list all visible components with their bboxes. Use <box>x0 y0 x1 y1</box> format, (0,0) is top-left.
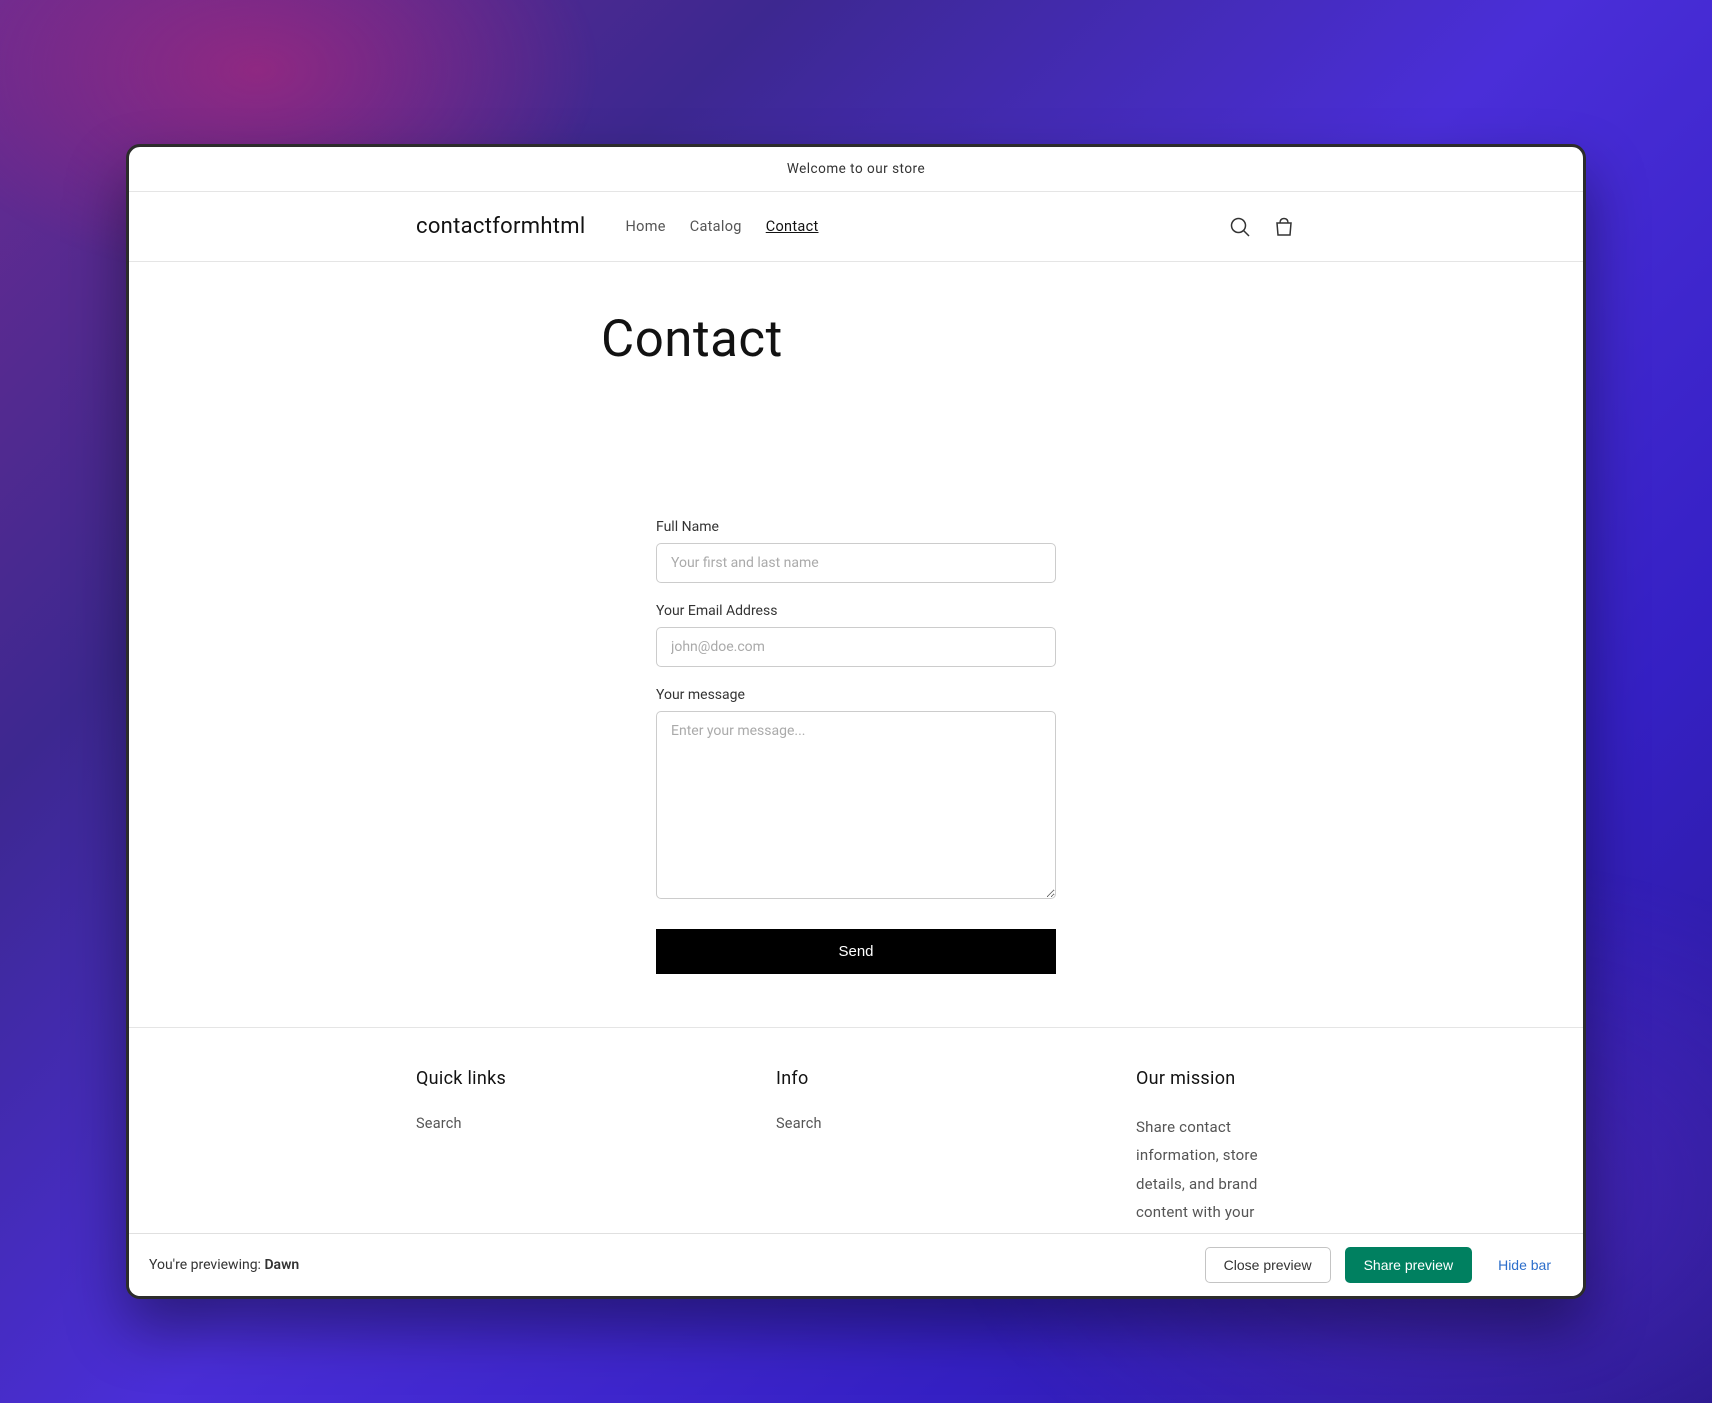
message-input[interactable] <box>656 711 1056 899</box>
preview-text: You're previewing: Dawn <box>149 1257 299 1273</box>
nav-contact[interactable]: Contact <box>766 218 819 235</box>
full-name-input[interactable] <box>656 543 1056 583</box>
cart-icon[interactable] <box>1272 215 1296 239</box>
email-input[interactable] <box>656 627 1056 667</box>
footer-heading-info: Info <box>776 1068 1036 1089</box>
message-label: Your message <box>656 687 1056 703</box>
footer-link-search-2[interactable]: Search <box>776 1115 822 1132</box>
preview-theme-name: Dawn <box>264 1257 299 1273</box>
footer-heading-quick-links: Quick links <box>416 1068 676 1089</box>
announcement-bar: Welcome to our store <box>129 147 1583 192</box>
hide-bar-button[interactable]: Hide bar <box>1486 1249 1563 1281</box>
footer-link-search-1[interactable]: Search <box>416 1115 462 1132</box>
nav-home[interactable]: Home <box>626 218 666 235</box>
full-name-label: Full Name <box>656 519 1056 535</box>
footer-info: Info Search <box>776 1068 1036 1256</box>
footer-quick-links: Quick links Search <box>416 1068 676 1256</box>
search-icon[interactable] <box>1228 215 1252 239</box>
browser-window: Welcome to our store contactformhtml Hom… <box>126 144 1586 1299</box>
contact-form-section: Full Name Your Email Address Your messag… <box>129 389 1583 1027</box>
main-content: Contact Full Name Your Email Address You… <box>129 262 1583 1296</box>
footer-heading-mission: Our mission <box>1136 1068 1296 1089</box>
email-label: Your Email Address <box>656 603 1056 619</box>
main-nav: Home Catalog Contact <box>626 218 819 235</box>
store-name[interactable]: contactformhtml <box>416 214 586 239</box>
nav-catalog[interactable]: Catalog <box>690 218 742 235</box>
header: contactformhtml Home Catalog Contact <box>129 192 1583 262</box>
preview-bar: You're previewing: Dawn Close preview Sh… <box>129 1233 1583 1296</box>
send-button[interactable]: Send <box>656 929 1056 974</box>
preview-prefix: You're previewing: <box>149 1257 264 1273</box>
footer-mission: Our mission Share contact information, s… <box>1136 1068 1296 1256</box>
share-preview-button[interactable]: Share preview <box>1345 1247 1473 1283</box>
announcement-text: Welcome to our store <box>787 161 925 177</box>
page-title: Contact <box>296 262 1416 389</box>
close-preview-button[interactable]: Close preview <box>1205 1247 1331 1283</box>
